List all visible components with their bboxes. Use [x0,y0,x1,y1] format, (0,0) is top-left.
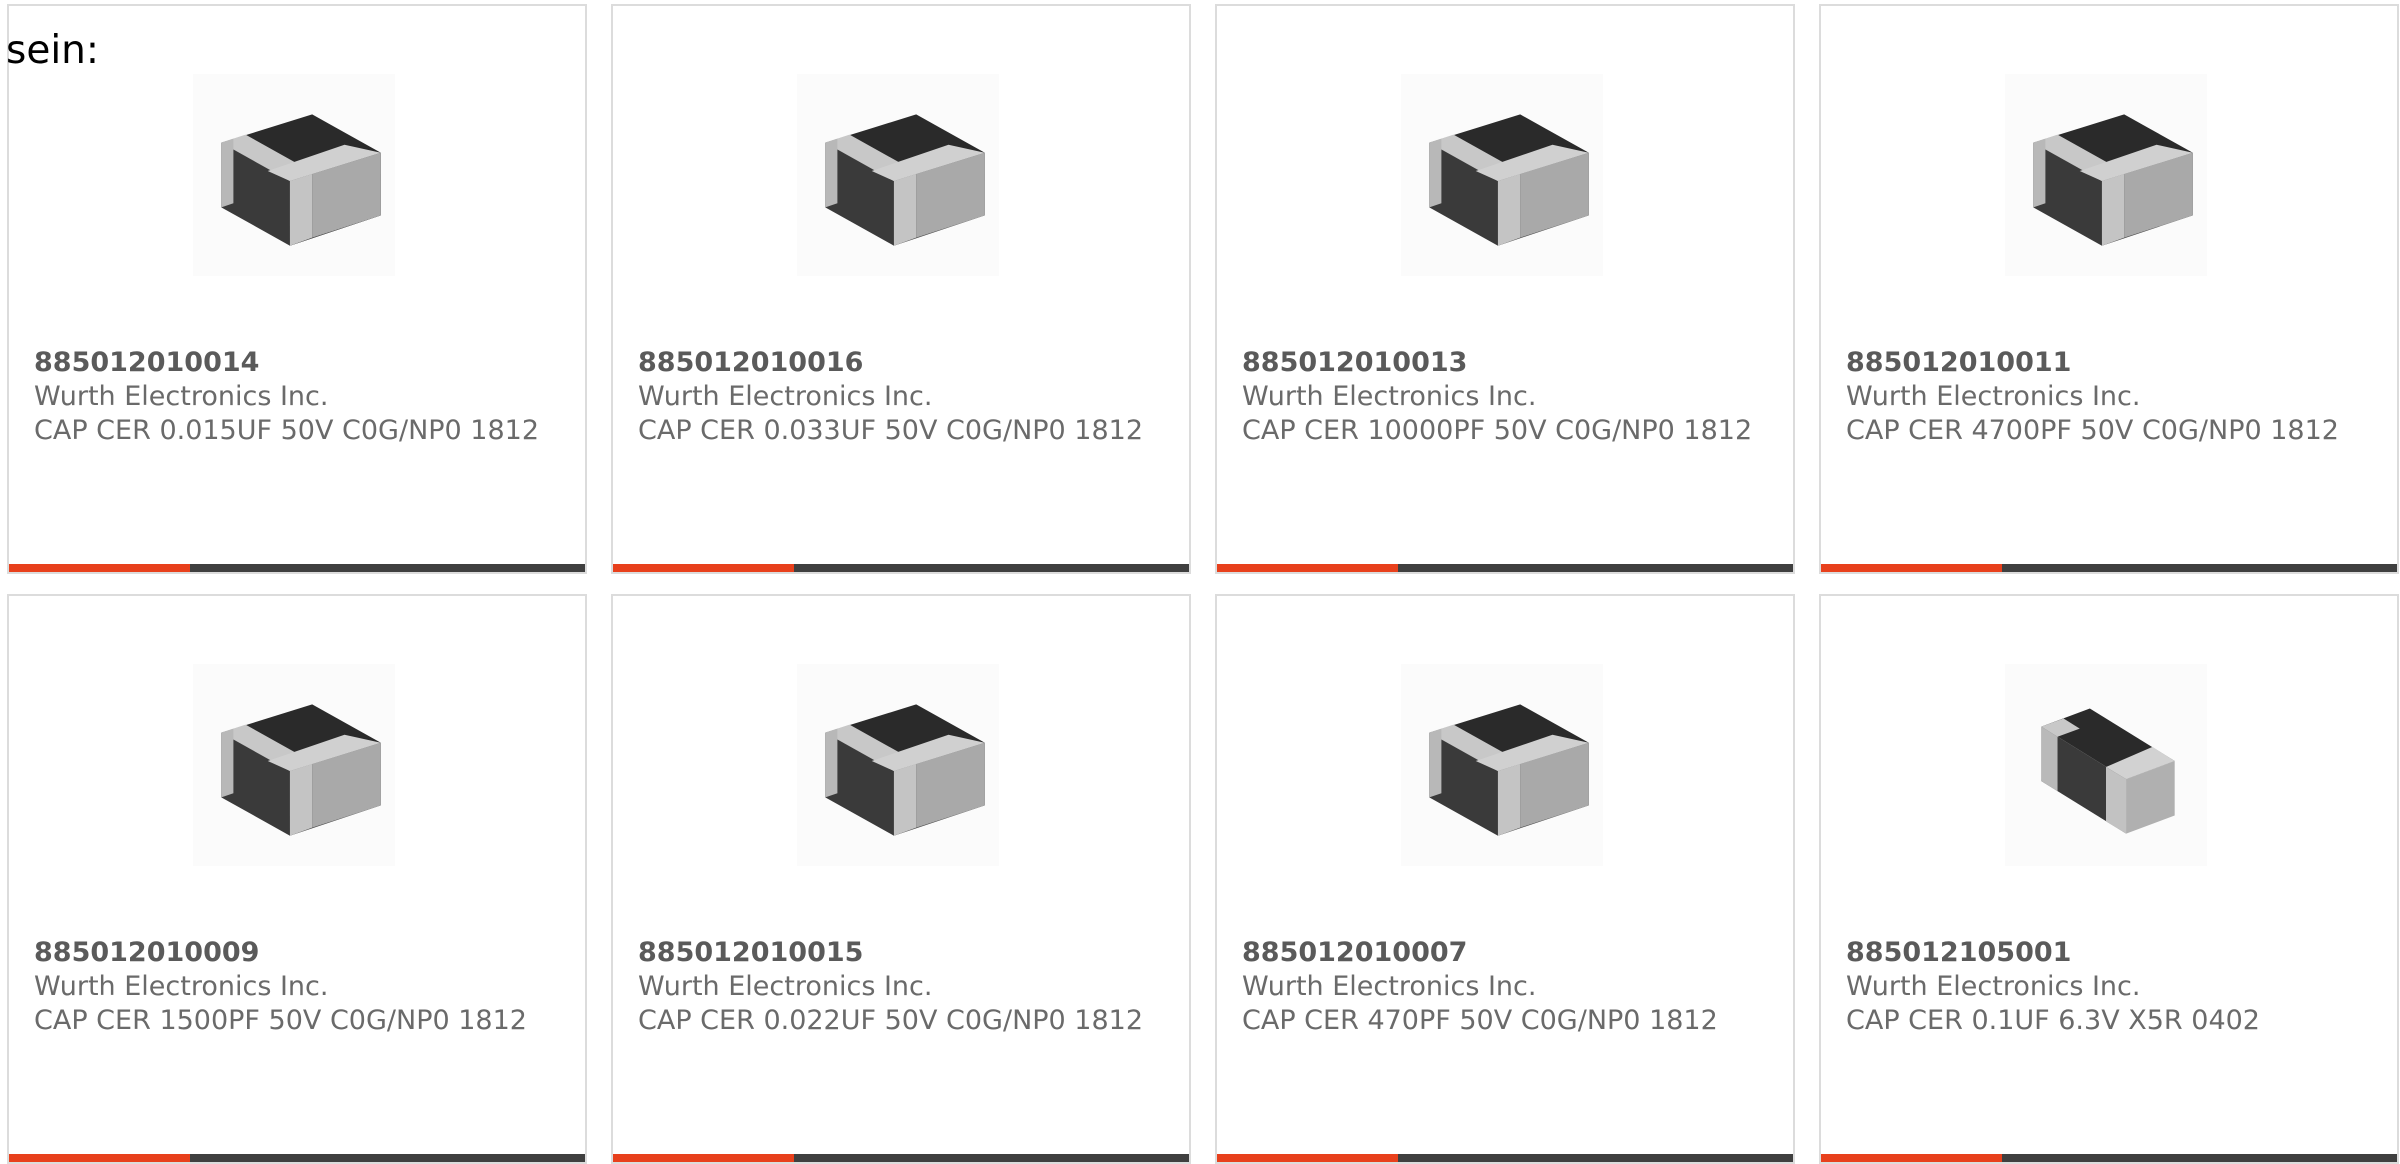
part-number-link[interactable]: 885012010013 [1242,346,1762,380]
product-card[interactable]: 885012105001 Wurth Electronics Inc. CAP … [1819,594,2399,1164]
card-footer-accent [613,564,795,572]
manufacturer-label: Wurth Electronics Inc. [34,971,329,1002]
card-footer-bar [1217,564,1793,572]
smd-capacitor-1812-icon [797,664,999,866]
manufacturer-label: Wurth Electronics Inc. [1242,381,1537,412]
product-description: CAP CER 0.1UF 6.3V X5R 0402 [1846,1005,2260,1036]
smd-capacitor-1812-icon [1401,74,1603,276]
product-card[interactable]: 885012010015 Wurth Electronics Inc. CAP … [611,594,1191,1164]
product-grid: sein: 885012010014 Wurth Electronics Inc… [0,0,2400,1164]
card-footer-bar [613,564,1189,572]
product-card[interactable]: 885012010009 Wurth Electronics Inc. CAP … [7,594,587,1164]
part-number-link[interactable]: 885012010011 [1846,346,2366,380]
smd-capacitor-1812-icon [193,74,395,276]
card-footer-accent [9,564,191,572]
part-number-link[interactable]: 885012010009 [34,936,554,970]
smd-capacitor-1812-icon [2005,74,2207,276]
product-description: CAP CER 1500PF 50V C0G/NP0 1812 [34,1005,527,1036]
product-description: CAP CER 0.033UF 50V C0G/NP0 1812 [638,415,1144,446]
smd-capacitor-1812-icon [1401,664,1603,866]
smd-capacitor-1812-icon [193,664,395,866]
manufacturer-label: Wurth Electronics Inc. [1846,971,2141,1002]
product-description: CAP CER 0.015UF 50V C0G/NP0 1812 [34,415,540,446]
part-number-link[interactable]: 885012010014 [34,346,554,380]
manufacturer-label: Wurth Electronics Inc. [34,381,329,412]
product-card[interactable]: 885012010013 Wurth Electronics Inc. CAP … [1215,4,1795,574]
smd-capacitor-1812-icon [797,74,999,276]
part-number-link[interactable]: 885012010016 [638,346,1158,380]
card-footer-accent [1821,564,2003,572]
product-card[interactable]: 885012010014 Wurth Electronics Inc. CAP … [7,4,587,574]
smd-capacitor-0402-icon [2005,664,2207,866]
product-description: CAP CER 10000PF 50V C0G/NP0 1812 [1242,415,1753,446]
card-footer-bar [1821,564,2397,572]
part-number-link[interactable]: 885012105001 [1846,936,2366,970]
product-description: CAP CER 4700PF 50V C0G/NP0 1812 [1846,415,2339,446]
card-footer-accent [1217,564,1399,572]
product-description: CAP CER 0.022UF 50V C0G/NP0 1812 [638,1005,1144,1036]
product-card[interactable]: 885012010007 Wurth Electronics Inc. CAP … [1215,594,1795,1164]
card-footer-bar [9,564,585,572]
manufacturer-label: Wurth Electronics Inc. [1846,381,2141,412]
part-number-link[interactable]: 885012010007 [1242,936,1762,970]
product-description: CAP CER 470PF 50V C0G/NP0 1812 [1242,1005,1718,1036]
manufacturer-label: Wurth Electronics Inc. [638,381,933,412]
manufacturer-label: Wurth Electronics Inc. [638,971,933,1002]
product-card[interactable]: 885012010016 Wurth Electronics Inc. CAP … [611,4,1191,574]
part-number-link[interactable]: 885012010015 [638,936,1158,970]
manufacturer-label: Wurth Electronics Inc. [1242,971,1537,1002]
page-heading: sein: [6,28,100,73]
product-card[interactable]: 885012010011 Wurth Electronics Inc. CAP … [1819,4,2399,574]
